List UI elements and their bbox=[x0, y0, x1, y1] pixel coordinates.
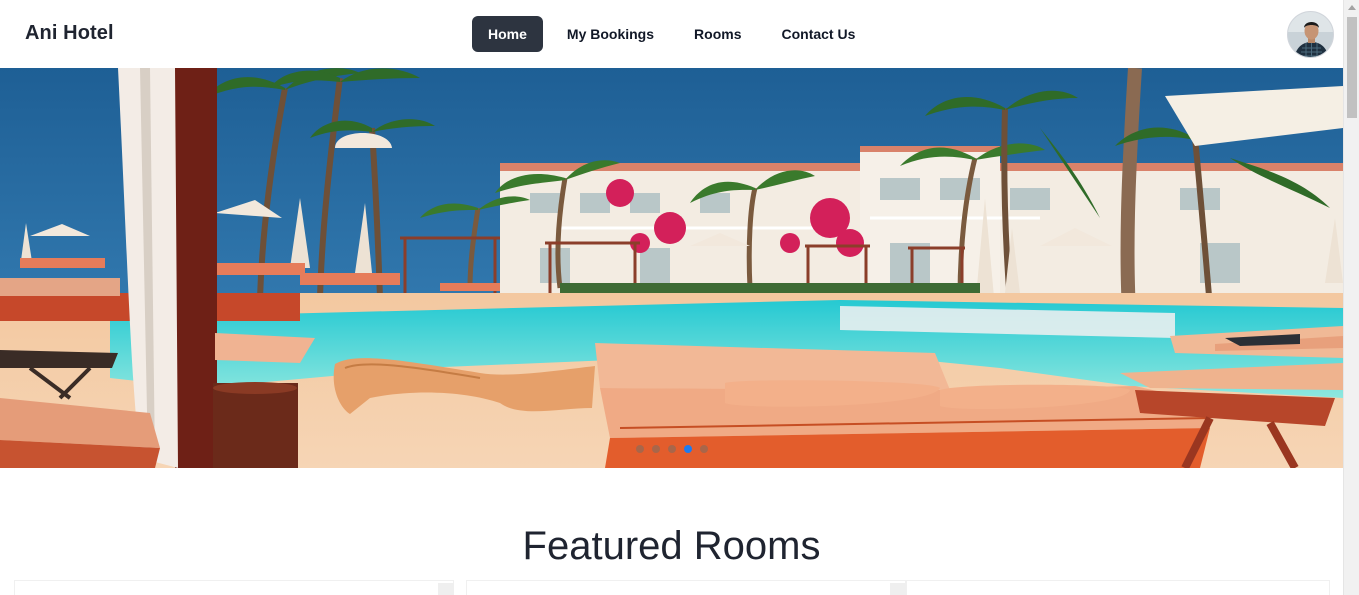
scroll-up-icon[interactable] bbox=[1348, 5, 1356, 10]
room-card[interactable] bbox=[14, 580, 454, 595]
navbar: Ani Hotel Home My Bookings Rooms Contact… bbox=[0, 0, 1343, 68]
nav-contact-us[interactable]: Contact Us bbox=[765, 16, 871, 52]
carousel-dot-5[interactable] bbox=[700, 445, 708, 453]
page: Ani Hotel Home My Bookings Rooms Contact… bbox=[0, 0, 1343, 595]
carousel-indicators bbox=[636, 445, 716, 453]
carousel-dot-3[interactable] bbox=[668, 445, 676, 453]
carousel-dot-2[interactable] bbox=[652, 445, 660, 453]
main-nav: Home My Bookings Rooms Contact Us bbox=[472, 16, 871, 52]
hero-carousel[interactable] bbox=[0, 68, 1343, 468]
nav-my-bookings[interactable]: My Bookings bbox=[551, 16, 670, 52]
room-card-image bbox=[890, 583, 906, 595]
hero-image bbox=[0, 68, 1343, 468]
user-avatar-icon bbox=[1288, 12, 1333, 57]
scroll-thumb[interactable] bbox=[1347, 17, 1357, 118]
nav-rooms[interactable]: Rooms bbox=[678, 16, 757, 52]
brand-logo[interactable]: Ani Hotel bbox=[25, 22, 114, 45]
room-card-image bbox=[438, 583, 454, 595]
carousel-dot-1[interactable] bbox=[636, 445, 644, 453]
room-card[interactable] bbox=[906, 580, 1330, 595]
featured-rooms-title: Featured Rooms bbox=[522, 524, 821, 568]
user-avatar[interactable] bbox=[1287, 11, 1334, 58]
carousel-dot-4[interactable] bbox=[684, 445, 692, 453]
nav-home[interactable]: Home bbox=[472, 16, 543, 52]
room-card[interactable] bbox=[466, 580, 906, 595]
page-scrollbar[interactable] bbox=[1343, 0, 1359, 595]
